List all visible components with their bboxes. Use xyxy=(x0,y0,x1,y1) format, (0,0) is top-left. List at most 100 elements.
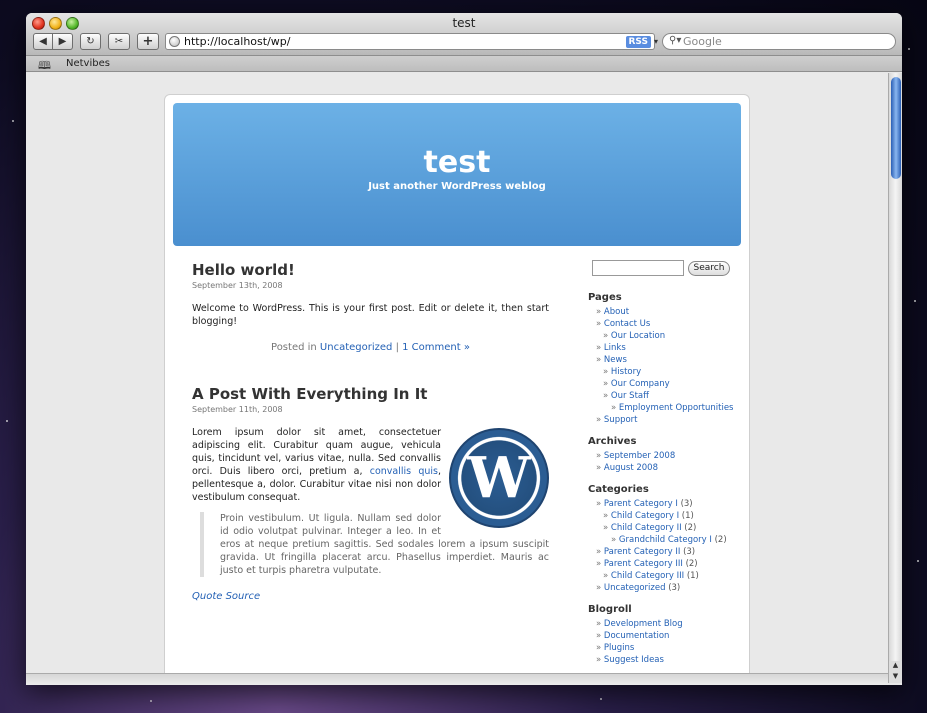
vertical-scrollbar[interactable] xyxy=(888,73,902,673)
category-count: (1) xyxy=(686,571,699,581)
blogroll-list: Development Blog Documentation Plugins S… xyxy=(588,618,738,666)
blogroll-link[interactable]: Plugins xyxy=(588,642,738,654)
page-link-label[interactable]: Support xyxy=(604,415,638,425)
archives-list: September 2008 August 2008 xyxy=(588,450,738,474)
comments-link[interactable]: 1 Comment » xyxy=(402,342,470,353)
sidebar-search-input[interactable] xyxy=(592,260,684,276)
page-link-history[interactable]: History xyxy=(588,366,738,378)
blogroll-link-label[interactable]: Suggest Ideas xyxy=(604,655,664,665)
category-item[interactable]: Parent Category III (2) xyxy=(588,558,738,570)
web-content: test Just another WordPress weblog Hello… xyxy=(26,73,888,685)
blogroll-link[interactable]: Documentation xyxy=(588,630,738,642)
archive-link[interactable]: September 2008 xyxy=(588,450,738,462)
blogroll-link-label[interactable]: Documentation xyxy=(604,631,670,641)
category-link[interactable]: Parent Category III xyxy=(604,559,683,569)
inline-link[interactable]: convallis quis xyxy=(370,466,438,477)
reload-icon: ↻ xyxy=(86,36,95,47)
category-count: (3) xyxy=(683,547,696,557)
page-link-employment[interactable]: Employment Opportunities xyxy=(588,402,738,414)
status-bar xyxy=(26,673,888,685)
category-link[interactable]: Parent Category II xyxy=(604,547,680,557)
category-item[interactable]: Child Category II (2) xyxy=(588,522,738,534)
page-link-label[interactable]: Contact Us xyxy=(604,319,650,329)
category-link[interactable]: Uncategorized xyxy=(320,342,392,353)
category-count: (2) xyxy=(685,559,698,569)
address-bar[interactable]: http://localhost/wp/ RSS xyxy=(165,33,655,50)
category-count: (2) xyxy=(684,523,697,533)
page-link-label[interactable]: Our Company xyxy=(611,379,670,389)
reload-button[interactable]: ↻ xyxy=(80,33,101,50)
category-item[interactable]: Uncategorized (3) xyxy=(588,582,738,594)
wordpress-logo-icon: W xyxy=(449,428,549,528)
blogroll-link-label[interactable]: Development Blog xyxy=(604,619,683,629)
archive-link-label[interactable]: August 2008 xyxy=(604,463,658,473)
post-title[interactable]: Hello world! xyxy=(192,261,549,279)
globe-icon xyxy=(169,36,180,47)
add-bookmark-button[interactable]: + xyxy=(137,33,159,50)
page-link-our-staff[interactable]: Our Staff xyxy=(588,390,738,402)
page-link-label[interactable]: Employment Opportunities xyxy=(619,403,734,413)
blogroll-link-label[interactable]: Plugins xyxy=(604,643,634,653)
address-dropdown-icon[interactable]: ▾ xyxy=(654,37,662,46)
post-title[interactable]: A Post With Everything In It xyxy=(192,385,549,403)
page-link-news[interactable]: News xyxy=(588,354,738,366)
post: Hello world! September 13th, 2008 Welcom… xyxy=(192,261,549,353)
site-title[interactable]: test xyxy=(173,145,741,180)
posted-in-label: Posted in xyxy=(271,342,317,353)
categories-heading: Categories xyxy=(588,484,649,495)
title-bar: test ◀ ▶ ↻ ✂ + http://localhost/wp/ RSS … xyxy=(26,13,902,56)
category-link[interactable]: Uncategorized xyxy=(604,583,666,593)
scrollbar-thumb[interactable] xyxy=(891,77,901,179)
page-link-label[interactable]: Links xyxy=(604,343,626,353)
category-count: (3) xyxy=(680,499,693,509)
post-body: W Lorem ipsum dolor sit amet, consectetu… xyxy=(192,426,549,528)
site-header: test Just another WordPress weblog xyxy=(173,103,741,246)
archive-link[interactable]: August 2008 xyxy=(588,462,738,474)
snippet-button[interactable]: ✂ xyxy=(108,33,130,50)
scroll-down-arrow-icon[interactable]: ▼ xyxy=(888,672,902,683)
page-link-label[interactable]: History xyxy=(611,367,641,377)
page-link-label[interactable]: Our Location xyxy=(611,331,665,341)
bookmark-netvibes[interactable]: Netvibes xyxy=(66,58,110,69)
page-link-our-location[interactable]: Our Location xyxy=(588,330,738,342)
search-field[interactable]: ⚲▾ Google xyxy=(662,33,896,50)
category-link[interactable]: Child Category I xyxy=(611,511,679,521)
blogroll-link[interactable]: Development Blog xyxy=(588,618,738,630)
page-link-label[interactable]: News xyxy=(604,355,627,365)
category-item[interactable]: Child Category I (1) xyxy=(588,510,738,522)
archive-link-label[interactable]: September 2008 xyxy=(604,451,675,461)
page-link-our-company[interactable]: Our Company xyxy=(588,378,738,390)
scroll-up-arrow-icon[interactable]: ▲ xyxy=(888,661,902,672)
page-link-about[interactable]: About xyxy=(588,306,738,318)
page-link-links[interactable]: Links xyxy=(588,342,738,354)
category-item[interactable]: Child Category III (1) xyxy=(588,570,738,582)
page-link-support[interactable]: Support xyxy=(588,414,738,426)
back-arrow-icon: ◀ xyxy=(39,36,47,47)
sidebar-search-button[interactable]: Search xyxy=(688,261,730,276)
quote-source-link[interactable]: Quote Source xyxy=(192,591,549,602)
back-button[interactable]: ◀ xyxy=(33,33,53,50)
category-link[interactable]: Parent Category I xyxy=(604,499,678,509)
forward-button[interactable]: ▶ xyxy=(53,33,73,50)
blogroll-link[interactable]: Suggest Ideas xyxy=(588,654,738,666)
category-item[interactable]: Grandchild Category I (2) xyxy=(588,534,738,546)
page-link-contact-us[interactable]: Contact Us xyxy=(588,318,738,330)
category-link[interactable]: Child Category II xyxy=(611,523,682,533)
category-item[interactable]: Parent Category I (3) xyxy=(588,498,738,510)
search-icon: ⚲▾ xyxy=(669,35,682,46)
category-count: (2) xyxy=(714,535,727,545)
page-link-label[interactable]: Our Staff xyxy=(611,391,649,401)
post-date: September 13th, 2008 xyxy=(192,281,283,290)
page-link-label[interactable]: About xyxy=(604,307,629,317)
scissors-icon: ✂ xyxy=(114,36,124,47)
category-link[interactable]: Grandchild Category I xyxy=(619,535,712,545)
search-placeholder: Google xyxy=(683,35,722,48)
url-text[interactable]: http://localhost/wp/ xyxy=(184,35,290,48)
pages-heading: Pages xyxy=(588,292,622,303)
category-link[interactable]: Child Category III xyxy=(611,571,684,581)
rss-badge[interactable]: RSS xyxy=(625,36,651,48)
category-item[interactable]: Parent Category II (3) xyxy=(588,546,738,558)
sidebar-search: Search xyxy=(588,260,738,278)
category-count: (3) xyxy=(668,583,681,593)
blog-page: test Just another WordPress weblog Hello… xyxy=(164,94,750,685)
